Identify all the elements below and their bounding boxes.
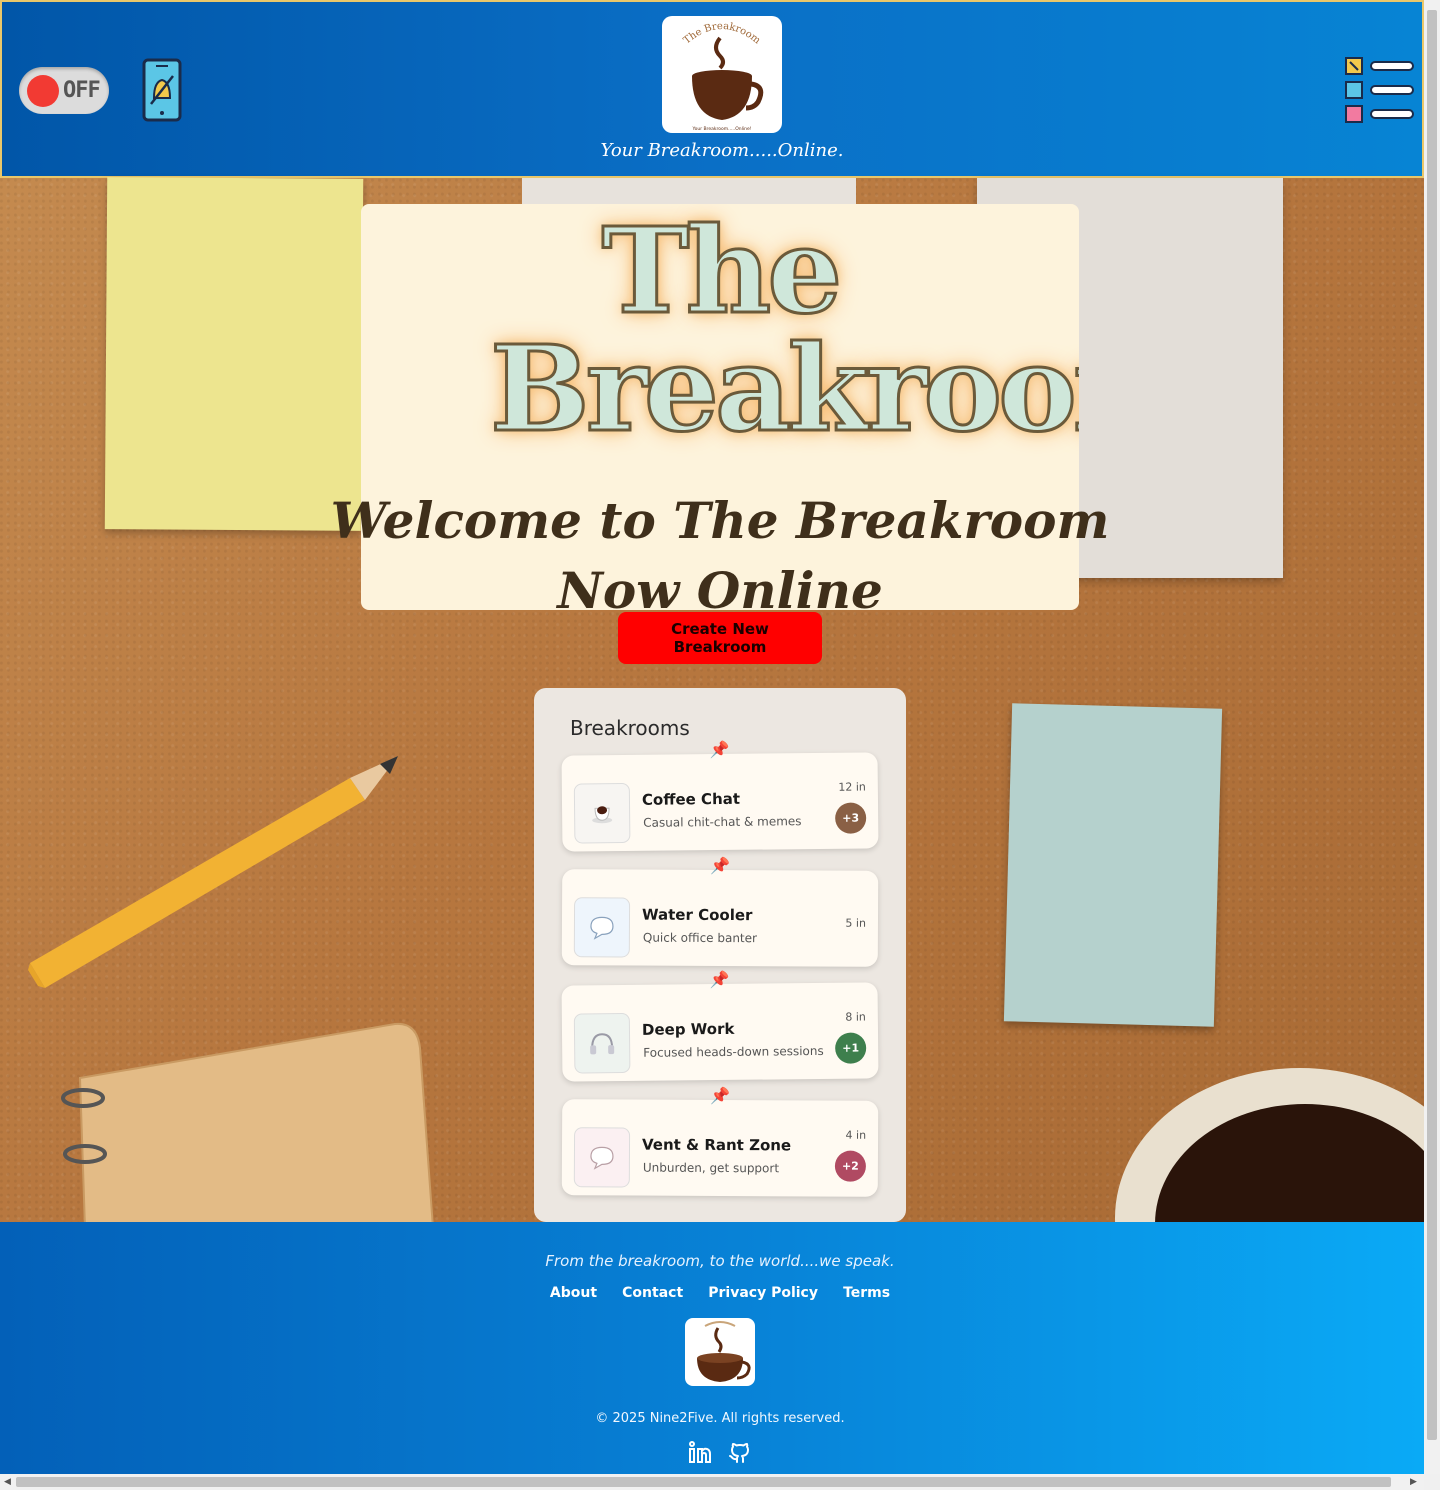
sticky-note-yellow (104, 177, 364, 531)
scroll-right-arrow-icon[interactable]: ▶ (1410, 1477, 1417, 1487)
coffee-cup-logo-icon (697, 1321, 751, 1382)
header-tagline: Your Breakroom.....Online. (600, 140, 844, 161)
breakroom-card-vent-rant-zone[interactable]: 📌 Vent & Rant Zone Unburden, get support… (561, 1086, 879, 1197)
pencil-illustration (28, 756, 398, 988)
pushpin-icon: 📌 (710, 1085, 731, 1106)
breakroom-member-count: 12 in (838, 780, 866, 794)
breakroom-name: Vent & Rant Zone (641, 1135, 792, 1155)
breakrooms-panel: Breakrooms 📌 Coffee Chat Casual chit-cha… (534, 688, 906, 1222)
vertical-scrollbar[interactable] (1424, 0, 1440, 1474)
notebook-illustration (61, 1022, 435, 1228)
footer-logo[interactable] (685, 1318, 755, 1386)
breakroom-description: Casual chit-chat & memes (643, 814, 802, 830)
footer-links: About Contact Privacy Policy Terms (0, 1282, 1424, 1301)
toggle-knob (27, 75, 59, 107)
scroll-left-arrow-icon[interactable]: ◀ (4, 1477, 11, 1487)
breakroom-badge: +1 (835, 1032, 867, 1064)
copyright-text: © 2025 Nine2Five. All rights reserved. (595, 1411, 845, 1426)
svg-text:Your Breakroom.....Online!: Your Breakroom.....Online! (691, 126, 751, 132)
breakroom-member-count: 8 in (845, 1010, 866, 1024)
notification-toggle[interactable]: OFF (19, 67, 109, 114)
breakroom-badge: +3 (835, 802, 867, 834)
pushpin-icon: 📌 (709, 969, 730, 990)
horizontal-scrollbar[interactable]: ◀ ▶ (0, 1474, 1424, 1490)
footer-link-contact[interactable]: Contact (622, 1285, 683, 1301)
linkedin-icon[interactable] (688, 1440, 712, 1464)
page: OFF The Breakroom Your Breakroom.....Onl… (0, 0, 1424, 1474)
breakroom-card-water-cooler[interactable]: 📌 Water Cooler Quick office banter 5 in (561, 856, 879, 967)
site-header: OFF The Breakroom Your Breakroom.....Onl… (0, 0, 1424, 178)
speech-bubble-icon (573, 1127, 631, 1188)
menu-icon[interactable] (1345, 57, 1415, 125)
hero-subtitle-line1: Welcome to The Breakroom (330, 491, 1110, 550)
speech-bubble-icon (573, 897, 631, 958)
vertical-scrollbar-thumb[interactable] (1427, 10, 1437, 1440)
footer-link-privacy-policy[interactable]: Privacy Policy (708, 1285, 818, 1301)
sticky-note-grey (522, 178, 856, 204)
hero-title: The Breakroom (489, 204, 1080, 458)
create-breakroom-button[interactable]: Create New Breakroom (618, 612, 822, 664)
breakroom-name: Water Cooler (641, 905, 753, 925)
footer-link-terms[interactable]: Terms (843, 1285, 890, 1301)
sticky-note-blue (1003, 703, 1223, 1027)
pushpin-icon: 📌 (710, 855, 731, 876)
breakroom-card-coffee-chat[interactable]: 📌 Coffee Chat Casual chit-chat & memes 1… (561, 740, 879, 852)
site-logo[interactable]: The Breakroom Your Breakroom.....Online! (662, 16, 782, 133)
headphones-icon (573, 1012, 631, 1074)
hero-subtitle: Welcome to The Breakroom Now Online (0, 486, 1424, 626)
breakrooms-title: Breakrooms (570, 716, 690, 740)
footer-link-about[interactable]: About (550, 1285, 597, 1301)
breakroom-name: Coffee Chat (641, 789, 741, 809)
muted-phone-icon[interactable] (142, 58, 182, 122)
toggle-label: OFF (63, 78, 101, 103)
coffee-cup-illustration (1115, 1068, 1424, 1224)
breakroom-member-count: 5 in (845, 916, 867, 930)
coffee-cup-icon (573, 782, 631, 844)
breakroom-member-count: 4 in (845, 1128, 867, 1142)
footer-quote: From the breakroom, to the world....we s… (545, 1252, 895, 1270)
svg-text:The Breakroom: The Breakroom (682, 21, 763, 47)
breakroom-description: Quick office banter (642, 930, 758, 946)
breakroom-badge: +2 (834, 1150, 866, 1182)
horizontal-scrollbar-thumb[interactable] (16, 1477, 1391, 1487)
breakroom-description: Focused heads-down sessions (643, 1043, 824, 1060)
breakroom-description: Unburden, get support (642, 1160, 780, 1176)
site-footer: From the breakroom, to the world....we s… (0, 1222, 1424, 1474)
coffee-cup-logo-icon: The Breakroom Your Breakroom.....Online! (682, 21, 764, 132)
pushpin-icon: 📌 (709, 739, 730, 760)
breakroom-name: Deep Work (641, 1019, 735, 1039)
breakroom-card-deep-work[interactable]: 📌 Deep Work Focused heads-down sessions … (561, 970, 879, 1082)
github-icon[interactable] (728, 1440, 752, 1464)
